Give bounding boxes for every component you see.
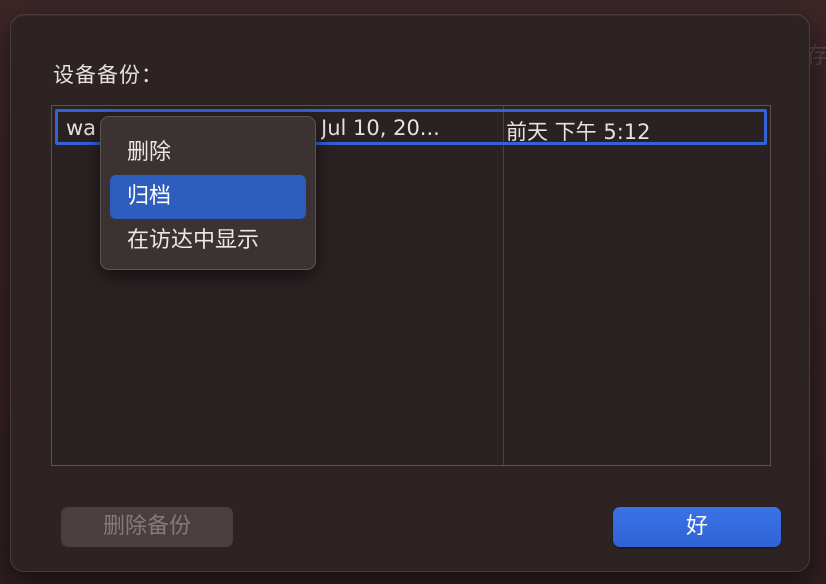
ok-button[interactable]: 好 bbox=[613, 507, 781, 547]
menu-item-show-in-finder[interactable]: 在访达中显示 bbox=[110, 219, 306, 263]
backup-created-cell: Jul 10, 20... bbox=[321, 116, 440, 140]
menu-item-archive[interactable]: 归档 bbox=[110, 175, 306, 219]
backup-last-date-cell: 前天 下午 5:12 bbox=[506, 120, 651, 144]
dialog-title: 设备备份： bbox=[53, 63, 163, 87]
column-divider bbox=[503, 106, 504, 465]
context-menu: 删除 归档 在访达中显示 bbox=[100, 116, 316, 270]
menu-item-delete[interactable]: 删除 bbox=[110, 131, 306, 175]
device-backups-dialog: 设备备份： wa Jul 10, 20... 前天 下午 5:12 删除备份 好 bbox=[10, 14, 810, 572]
delete-backup-button[interactable]: 删除备份 bbox=[61, 507, 233, 547]
